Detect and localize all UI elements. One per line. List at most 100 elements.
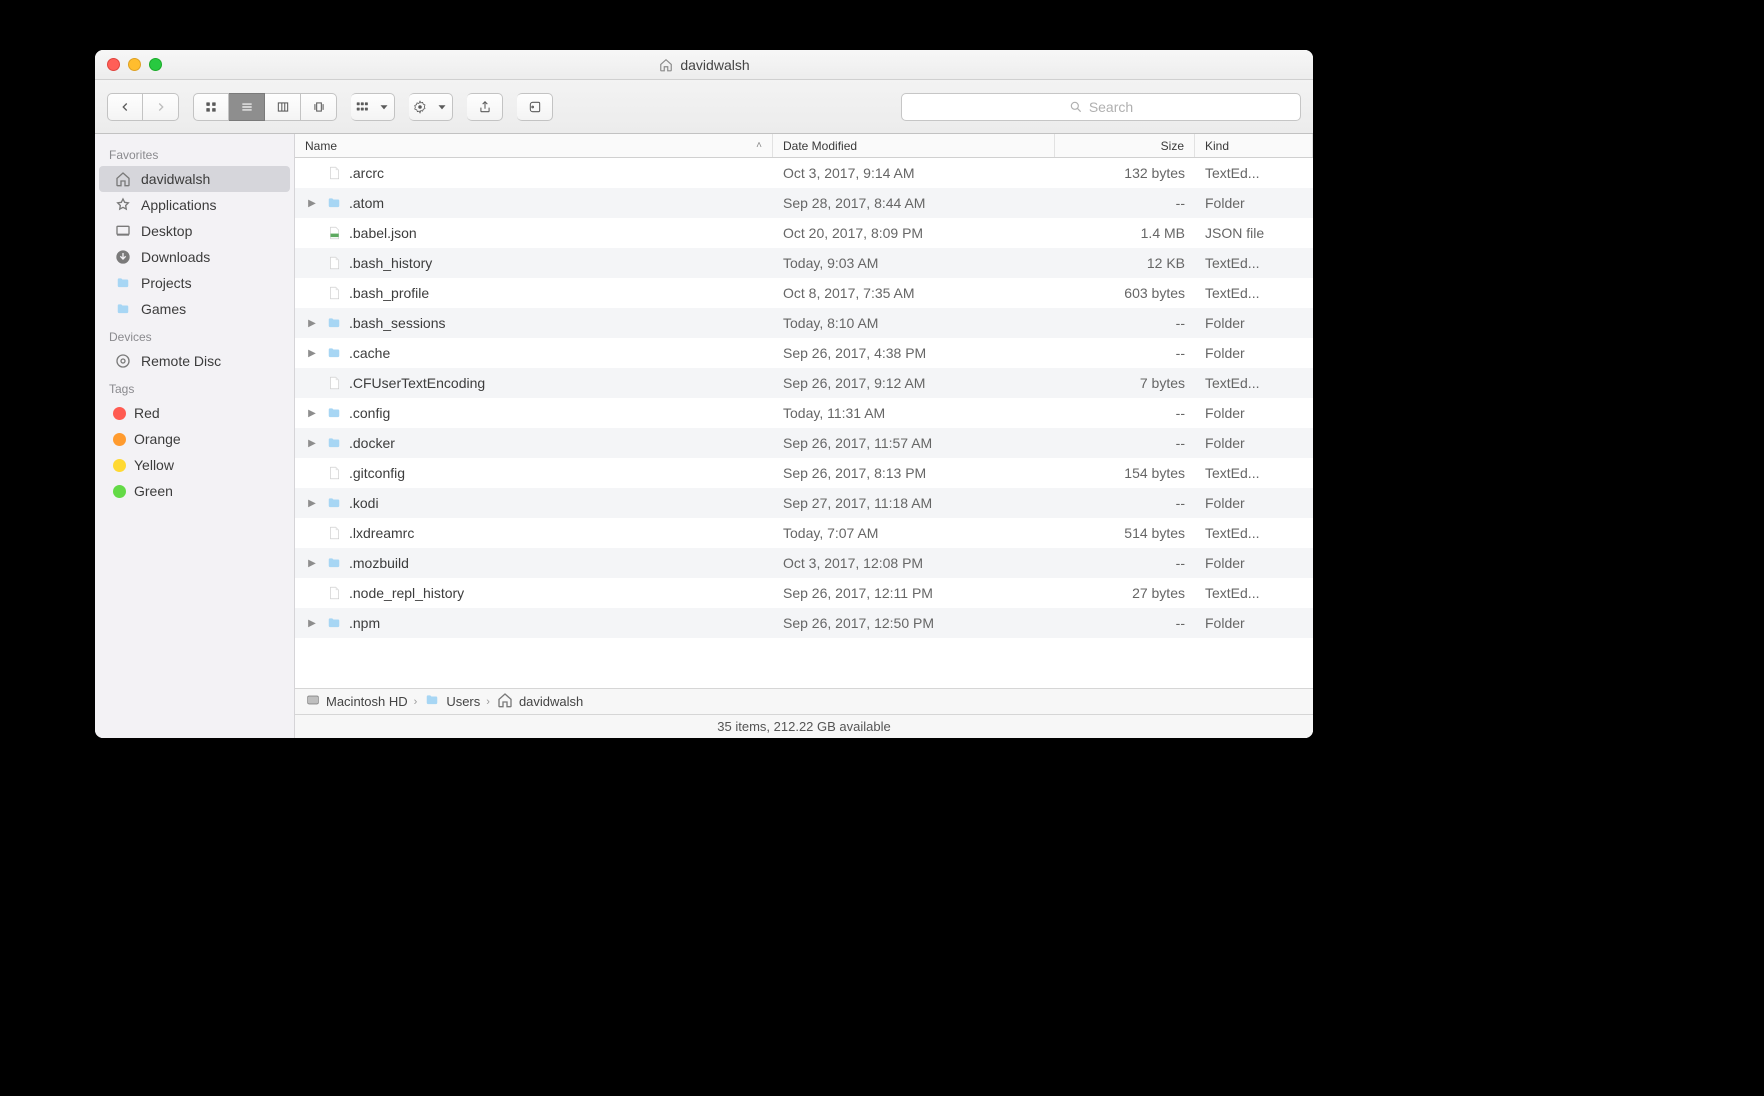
- close-button[interactable]: [107, 58, 120, 71]
- file-kind: Folder: [1195, 495, 1313, 511]
- file-kind: JSON file: [1195, 225, 1313, 241]
- sidebar-tag-orange[interactable]: Orange: [95, 426, 294, 452]
- file-row[interactable]: ▶.cacheSep 26, 2017, 4:38 PM--Folder: [295, 338, 1313, 368]
- file-row[interactable]: .node_repl_historySep 26, 2017, 12:11 PM…: [295, 578, 1313, 608]
- column-header-date[interactable]: Date Modified: [773, 134, 1055, 157]
- file-date: Sep 26, 2017, 12:50 PM: [773, 615, 1055, 631]
- file-row[interactable]: .CFUserTextEncodingSep 26, 2017, 9:12 AM…: [295, 368, 1313, 398]
- file-date: Today, 8:10 AM: [773, 315, 1055, 331]
- disclosure-triangle-icon[interactable]: ▶: [305, 618, 319, 629]
- file-kind: TextEd...: [1195, 165, 1313, 181]
- sidebar-section-favorites: Favorites: [95, 140, 294, 166]
- sidebar-item-games[interactable]: Games: [95, 296, 294, 322]
- column-headers: Name ˄ Date Modified Size Kind: [295, 134, 1313, 158]
- tags-button[interactable]: [517, 93, 553, 121]
- disclosure-triangle-icon[interactable]: ▶: [305, 558, 319, 569]
- file-kind: Folder: [1195, 405, 1313, 421]
- crumb-label: Users: [446, 694, 480, 709]
- file-name: .CFUserTextEncoding: [349, 375, 485, 391]
- sidebar-item-label: Games: [141, 301, 186, 317]
- column-name-label: Name: [305, 139, 337, 153]
- path-crumb[interactable]: davidwalsh: [496, 692, 583, 711]
- file-size: --: [1055, 555, 1195, 571]
- app-icon: [113, 197, 133, 213]
- folder-icon: [113, 301, 133, 317]
- maximize-button[interactable]: [149, 58, 162, 71]
- file-name: .node_repl_history: [349, 585, 464, 601]
- share-icon: [476, 100, 494, 114]
- sidebar-item-davidwalsh[interactable]: davidwalsh: [99, 166, 290, 192]
- file-kind: Folder: [1195, 615, 1313, 631]
- file-row[interactable]: .lxdreamrcToday, 7:07 AM514 bytesTextEd.…: [295, 518, 1313, 548]
- column-header-size[interactable]: Size: [1055, 134, 1195, 157]
- file-name: .docker: [349, 435, 395, 451]
- file-kind: Folder: [1195, 345, 1313, 361]
- tag-icon: [526, 100, 544, 114]
- file-kind: TextEd...: [1195, 375, 1313, 391]
- toolbar: Search: [95, 80, 1313, 134]
- search-input[interactable]: Search: [901, 93, 1301, 121]
- download-icon: [113, 249, 133, 265]
- desktop-icon: [113, 223, 133, 239]
- path-crumb[interactable]: Macintosh HD: [305, 692, 408, 711]
- file-row[interactable]: .arcrcOct 3, 2017, 9:14 AM132 bytesTextE…: [295, 158, 1313, 188]
- sidebar-item-remote-disc[interactable]: Remote Disc: [95, 348, 294, 374]
- minimize-button[interactable]: [128, 58, 141, 71]
- sidebar-item-applications[interactable]: Applications: [95, 192, 294, 218]
- file-row[interactable]: ▶.bash_sessionsToday, 8:10 AM--Folder: [295, 308, 1313, 338]
- file-icon: [325, 254, 343, 272]
- list-view-button[interactable]: [229, 93, 265, 121]
- share-button[interactable]: [467, 93, 503, 121]
- file-icon: [325, 524, 343, 542]
- sidebar-item-projects[interactable]: Projects: [95, 270, 294, 296]
- file-icon: [325, 284, 343, 302]
- column-header-kind[interactable]: Kind: [1195, 134, 1313, 157]
- disclosure-triangle-icon[interactable]: ▶: [305, 198, 319, 209]
- file-date: Oct 3, 2017, 9:14 AM: [773, 165, 1055, 181]
- file-row[interactable]: ▶.dockerSep 26, 2017, 11:57 AM--Folder: [295, 428, 1313, 458]
- sidebar-tag-green[interactable]: Green: [95, 478, 294, 504]
- disclosure-triangle-icon[interactable]: ▶: [305, 318, 319, 329]
- sidebar-tag-red[interactable]: Red: [95, 400, 294, 426]
- disclosure-triangle-icon[interactable]: ▶: [305, 348, 319, 359]
- file-row[interactable]: .babel.jsonOct 20, 2017, 8:09 PM1.4 MBJS…: [295, 218, 1313, 248]
- path-bar: Macintosh HD›Users›davidwalsh: [295, 688, 1313, 714]
- file-kind: TextEd...: [1195, 255, 1313, 271]
- file-row[interactable]: .bash_profileOct 8, 2017, 7:35 AM603 byt…: [295, 278, 1313, 308]
- sidebar-item-downloads[interactable]: Downloads: [95, 244, 294, 270]
- sidebar-tag-yellow[interactable]: Yellow: [95, 452, 294, 478]
- action-button[interactable]: [409, 93, 453, 121]
- path-crumb[interactable]: Users: [423, 693, 480, 710]
- file-size: 603 bytes: [1055, 285, 1195, 301]
- sidebar-item-label: Applications: [141, 197, 217, 213]
- file-row[interactable]: ▶.atomSep 28, 2017, 8:44 AM--Folder: [295, 188, 1313, 218]
- file-row[interactable]: .gitconfigSep 26, 2017, 8:13 PM154 bytes…: [295, 458, 1313, 488]
- file-name: .babel.json: [349, 225, 417, 241]
- finder-window: davidwalsh: [95, 50, 1313, 738]
- column-view-button[interactable]: [265, 93, 301, 121]
- tag-color-icon: [113, 459, 126, 472]
- icon-view-button[interactable]: [193, 93, 229, 121]
- gear-icon: [411, 100, 429, 114]
- arrange-button[interactable]: [351, 93, 395, 121]
- file-row[interactable]: ▶.mozbuildOct 3, 2017, 12:08 PM--Folder: [295, 548, 1313, 578]
- file-row[interactable]: .bash_historyToday, 9:03 AM12 KBTextEd..…: [295, 248, 1313, 278]
- disclosure-triangle-icon[interactable]: ▶: [305, 408, 319, 419]
- file-date: Sep 26, 2017, 4:38 PM: [773, 345, 1055, 361]
- disc-icon: [113, 353, 133, 369]
- disclosure-triangle-icon[interactable]: ▶: [305, 438, 319, 449]
- file-name: .bash_sessions: [349, 315, 446, 331]
- file-row[interactable]: ▶.configToday, 11:31 AM--Folder: [295, 398, 1313, 428]
- file-row[interactable]: ▶.kodiSep 27, 2017, 11:18 AM--Folder: [295, 488, 1313, 518]
- back-button[interactable]: [107, 93, 143, 121]
- file-name: .npm: [349, 615, 380, 631]
- coverflow-view-button[interactable]: [301, 93, 337, 121]
- file-icon: [325, 464, 343, 482]
- file-row[interactable]: ▶.npmSep 26, 2017, 12:50 PM--Folder: [295, 608, 1313, 638]
- file-name: .gitconfig: [349, 465, 405, 481]
- file-size: --: [1055, 495, 1195, 511]
- disclosure-triangle-icon[interactable]: ▶: [305, 498, 319, 509]
- sidebar-item-desktop[interactable]: Desktop: [95, 218, 294, 244]
- column-header-name[interactable]: Name ˄: [295, 134, 773, 157]
- forward-button[interactable]: [143, 93, 179, 121]
